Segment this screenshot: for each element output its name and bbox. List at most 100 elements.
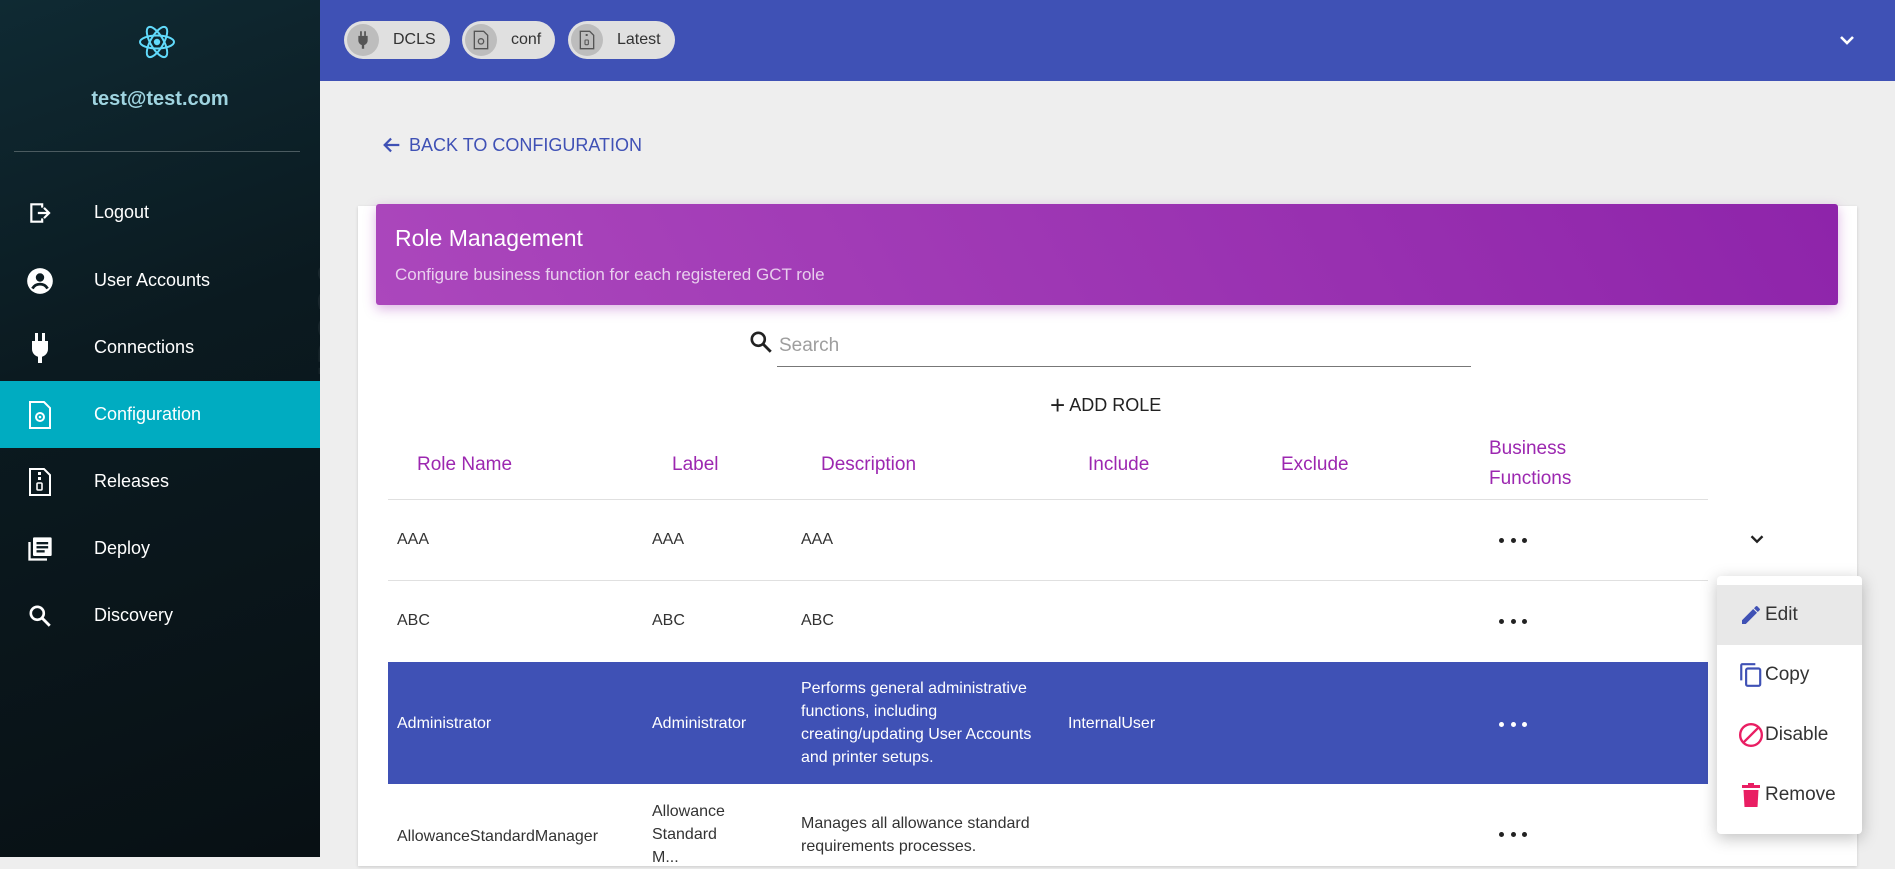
label-line: Standard [652, 826, 717, 843]
description-line: functions, including [801, 703, 938, 720]
table-row[interactable]: AllowanceStandardManager Allowance Stand… [388, 785, 1708, 866]
search-icon [750, 331, 772, 353]
plus-icon: + [1050, 390, 1066, 420]
sidebar-item-connections[interactable]: Connections [0, 314, 320, 381]
sidebar-item-logout[interactable]: Logout [0, 179, 320, 246]
trash-icon [1737, 781, 1765, 809]
sidebar-item-deploy[interactable]: Deploy [0, 515, 320, 582]
label-line: Allowance [652, 803, 725, 820]
column-header-label[interactable]: Label [672, 450, 719, 480]
chip-release[interactable]: Latest [568, 21, 675, 59]
cell-role-name: ABC [397, 612, 430, 629]
cell-label: ABC [652, 612, 685, 629]
column-header-business-functions[interactable]: Business Functions [1489, 434, 1571, 494]
description-line: Performs general administrative [801, 680, 1027, 697]
cell-label: Allowance Standard M... [652, 800, 725, 869]
table-row-selected[interactable]: Administrator Administrator Performs gen… [388, 662, 1708, 784]
menu-item-copy[interactable]: Copy [1717, 645, 1862, 705]
column-header-include[interactable]: Include [1088, 450, 1149, 480]
more-horiz-icon[interactable] [1499, 719, 1527, 729]
menu-item-disable[interactable]: Disable [1717, 705, 1862, 765]
sidebar-item-label: Releases [94, 471, 170, 491]
cell-include: InternalUser [1068, 715, 1156, 732]
cell-role-name: AllowanceStandardManager [397, 828, 599, 845]
page-subtitle: Configure business function for each reg… [395, 265, 825, 284]
description-line: Manages all allowance standard [801, 815, 1030, 832]
sidebar-item-label: Logout [94, 202, 150, 222]
menu-item-label: Edit [1765, 604, 1798, 625]
cell-role-name: AAA [397, 531, 430, 548]
menu-item-edit[interactable]: Edit [1717, 585, 1862, 645]
sidebar: MP230 test@test.com Logout User Accounts… [0, 0, 320, 857]
column-header-description[interactable]: Description [821, 450, 916, 480]
user-email: test@test.com [91, 88, 229, 110]
cell-description: ABC [801, 612, 834, 629]
sidebar-item-label: Configuration [94, 404, 202, 424]
sidebar-item-label: User Accounts [94, 270, 211, 290]
config-file-icon [465, 24, 497, 56]
sidebar-item-discovery[interactable]: Discovery [0, 582, 320, 649]
pencil-icon [1737, 601, 1765, 629]
copy-icon [1737, 661, 1765, 689]
table-row[interactable]: ABC ABC ABC [388, 581, 1708, 661]
zip-file-icon [26, 467, 54, 496]
back-to-configuration-link[interactable]: BACK TO CONFIGURATION [381, 134, 642, 156]
sidebar-item-label: Deploy [94, 538, 151, 558]
sidebar-item-releases[interactable]: Releases [0, 448, 320, 515]
cell-description: Manages all allowance standard requireme… [801, 812, 1030, 858]
cell-label: Administrator [652, 715, 747, 732]
react-logo-icon [139, 25, 175, 59]
sidebar-item-user-accounts[interactable]: User Accounts [0, 247, 320, 314]
search-input[interactable] [777, 326, 1471, 367]
cell-role-name: Administrator [397, 715, 492, 732]
table-row[interactable]: AAA AAA AAA [388, 500, 1764, 580]
plug-icon [347, 24, 379, 56]
config-file-icon [26, 400, 54, 429]
cell-label: AAA [652, 531, 685, 548]
column-header-line: Functions [1489, 468, 1572, 489]
zip-file-icon [571, 24, 603, 56]
sidebar-item-label: Connections [94, 337, 195, 357]
cell-description: AAA [801, 531, 834, 548]
menu-item-label: Remove [1765, 784, 1836, 805]
column-header-line: Business [1489, 438, 1567, 459]
menu-item-remove[interactable]: Remove [1717, 765, 1862, 825]
chevron-down-icon[interactable] [1835, 28, 1859, 52]
description-line: and printer setups. [801, 749, 934, 766]
description-line: creating/updating User Accounts [801, 726, 1032, 743]
menu-item-label: Copy [1765, 664, 1810, 685]
more-horiz-icon[interactable] [1499, 829, 1527, 839]
plug-icon [26, 332, 54, 363]
column-header-exclude[interactable]: Exclude [1281, 450, 1349, 480]
chip-configuration[interactable]: conf [462, 21, 556, 59]
label-line: M... [652, 849, 679, 866]
chip-label: Latest [617, 31, 661, 48]
cell-description: Performs general administrative function… [801, 677, 1031, 769]
row-actions-menu: Edit Copy Disable Remove [1717, 576, 1862, 834]
chip-connection[interactable]: DCLS [344, 21, 450, 59]
chevron-down-icon[interactable] [1746, 528, 1768, 550]
menu-item-label: Disable [1765, 724, 1829, 745]
top-app-bar: DCLS conf Latest [320, 0, 1895, 81]
sidebar-divider [14, 151, 300, 152]
back-link-label: BACK TO CONFIGURATION [409, 134, 643, 155]
sidebar-item-label: Discovery [94, 605, 174, 625]
account-circle-icon [26, 267, 54, 295]
arrow-left-icon [383, 137, 400, 153]
more-horiz-icon[interactable] [1499, 535, 1527, 545]
more-horiz-icon[interactable] [1499, 616, 1527, 626]
search-bar [748, 326, 1471, 367]
card-header: Role Management Configure business funct… [376, 204, 1838, 305]
page-title: Role Management [395, 225, 583, 251]
chip-label: conf [511, 31, 542, 48]
sidebar-item-configuration[interactable]: Configuration [0, 381, 320, 448]
search-icon [26, 602, 54, 630]
column-header-role-name[interactable]: Role Name [417, 450, 512, 480]
block-icon [1737, 721, 1765, 749]
chip-label: DCLS [393, 31, 436, 48]
description-line: requirements processes. [801, 838, 977, 855]
library-books-icon [26, 535, 54, 563]
logout-icon [26, 199, 54, 227]
add-role-label: ADD ROLE [1069, 394, 1162, 415]
add-role-button[interactable]: + ADD ROLE [1050, 392, 1161, 418]
